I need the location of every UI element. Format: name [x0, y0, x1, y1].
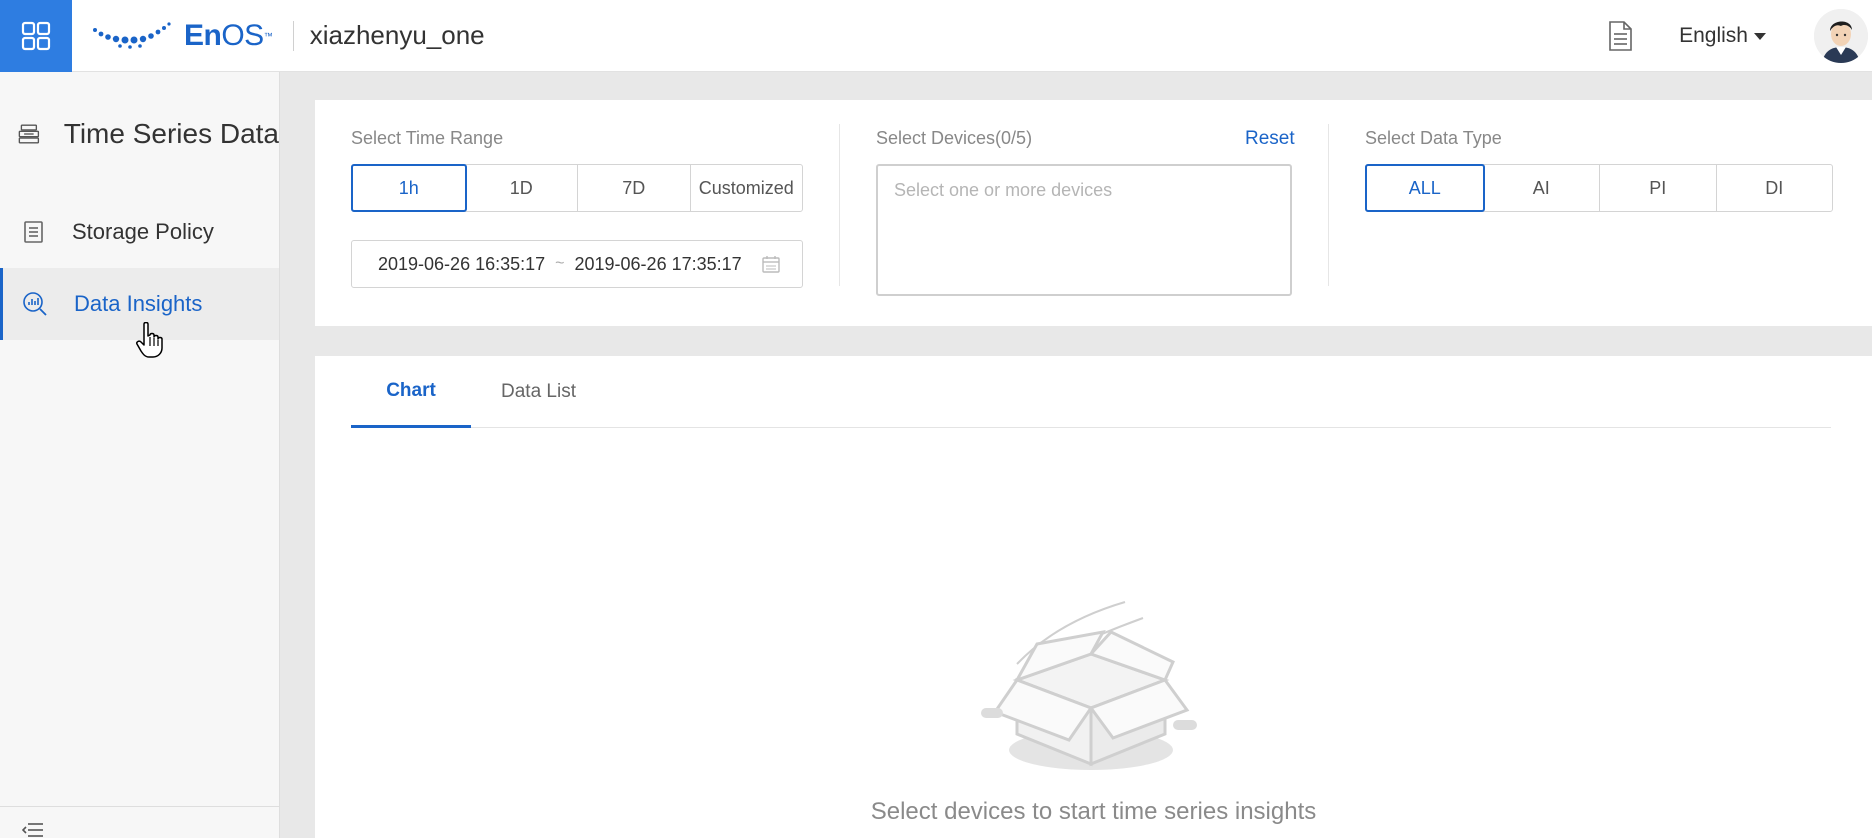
time-range-label: Select Time Range	[351, 128, 504, 148]
sidebar-item-label: Data Insights	[74, 291, 203, 316]
device-select-input[interactable]: Select one or more devices	[876, 164, 1292, 296]
grid-icon	[21, 21, 51, 50]
sidebar: Time Series Data Storage Policy Data Ins…	[0, 72, 280, 838]
logo-dots-icon	[93, 21, 171, 49]
tab-data-list[interactable]: Data List	[501, 356, 576, 428]
sidebar-footer	[0, 806, 279, 838]
time-series-data-icon	[18, 124, 40, 144]
start-date: 2019-06-26 16:35:17	[378, 253, 546, 274]
logo-trademark: ™	[263, 30, 273, 41]
data-type-all[interactable]: ALL	[1365, 164, 1485, 212]
top-header: EnOS ™ xiazhenyu_one English	[0, 0, 1872, 72]
app-grid-button[interactable]	[0, 0, 72, 72]
sidebar-title: Time Series Data	[63, 118, 279, 149]
header-divider	[292, 20, 294, 51]
results-tabs: Chart Data List	[351, 356, 1831, 428]
tab-chart[interactable]: Chart	[351, 356, 471, 428]
chevron-down-icon	[1754, 33, 1766, 40]
date-range-picker[interactable]: 2019-06-26 16:35:17 ~ 2019-06-26 17:35:1…	[351, 240, 803, 288]
time-range-7d[interactable]: 7D	[578, 165, 691, 211]
filter-panel: Select Time Range 1h 1D 7D Customized 20…	[315, 100, 1872, 326]
time-range-1h[interactable]: 1h	[351, 164, 467, 212]
time-range-selector: 1h 1D 7D Customized	[351, 164, 803, 212]
data-type-pi[interactable]: PI	[1600, 165, 1717, 211]
storage-policy-icon	[24, 221, 43, 243]
logo-text: EnOS	[184, 18, 264, 52]
empty-box-icon	[981, 601, 1197, 770]
sidebar-item-label: Storage Policy	[72, 219, 214, 244]
collapse-icon[interactable]	[21, 821, 44, 838]
results-panel: Chart Data List Select devices to start …	[315, 356, 1872, 838]
document-icon[interactable]	[1607, 20, 1633, 51]
end-date: 2019-06-26 17:35:17	[574, 253, 742, 274]
sidebar-header: Time Series Data	[0, 72, 279, 196]
section-divider	[1328, 124, 1329, 286]
devices-label: Select Devices(0/5)	[876, 128, 1033, 148]
device-placeholder: Select one or more devices	[894, 180, 1113, 200]
data-type-ai[interactable]: AI	[1484, 165, 1600, 211]
data-type-di[interactable]: DI	[1717, 165, 1833, 211]
date-separator: ~	[555, 255, 565, 272]
empty-state-message: Select devices to start time series insi…	[870, 798, 1317, 825]
reset-button[interactable]: Reset	[1245, 128, 1295, 150]
sidebar-item-storage-policy[interactable]: Storage Policy	[0, 196, 279, 268]
organization-name: xiazhenyu_one	[309, 20, 485, 50]
language-dropdown[interactable]: English	[1679, 24, 1766, 48]
data-insights-icon	[23, 292, 47, 316]
calendar-icon	[762, 256, 780, 273]
time-range-1d[interactable]: 1D	[466, 165, 578, 211]
time-range-customized[interactable]: Customized	[691, 165, 803, 211]
data-type-label: Select Data Type	[1365, 128, 1502, 148]
user-avatar[interactable]	[1814, 8, 1868, 63]
section-divider	[839, 124, 840, 286]
enos-logo[interactable]: EnOS ™	[92, 19, 273, 53]
language-label: English	[1679, 23, 1748, 47]
hand-cursor-icon	[136, 322, 163, 358]
data-type-selector: ALL AI PI DI	[1365, 164, 1833, 212]
